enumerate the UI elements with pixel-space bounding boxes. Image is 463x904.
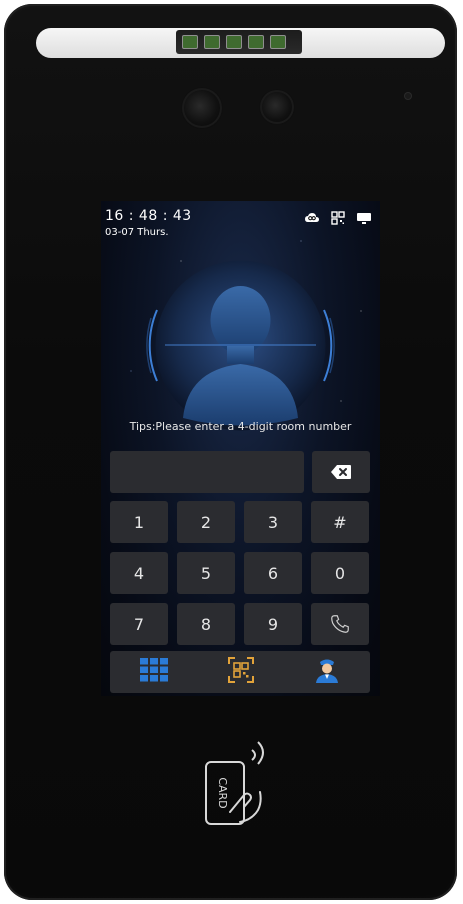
keypad-button[interactable]	[140, 658, 168, 686]
phone-icon	[331, 615, 349, 633]
status-icons	[304, 210, 372, 226]
sensor-board	[176, 30, 302, 54]
monitor-icon	[356, 210, 372, 226]
sensor-chip	[182, 35, 198, 49]
key-1[interactable]: 1	[110, 501, 168, 543]
security-guard-icon	[316, 659, 338, 683]
key-8[interactable]: 8	[177, 603, 235, 645]
qr-code-icon	[330, 210, 346, 226]
microphone-hole	[404, 92, 412, 100]
card-reader-area: CARD	[200, 740, 280, 836]
sensor-chip	[248, 35, 264, 49]
key-7[interactable]: 7	[110, 603, 168, 645]
key-5[interactable]: 5	[177, 552, 235, 594]
bottom-toolbar	[110, 651, 370, 693]
key-hash[interactable]: #	[311, 501, 369, 543]
face-recognition-frame	[143, 248, 338, 443]
camera-lens-right	[260, 90, 294, 124]
key-9[interactable]: 9	[244, 603, 302, 645]
camera-lens-left	[182, 88, 222, 128]
cloud-link-icon	[304, 210, 320, 226]
key-0[interactable]: 0	[311, 552, 369, 594]
backspace-icon	[331, 465, 351, 479]
sensor-chip	[204, 35, 220, 49]
numeric-keypad: 1 2 3 # 4 5 6 0 7 8 9	[110, 501, 370, 645]
sensor-chip	[270, 35, 286, 49]
key-6[interactable]: 6	[244, 552, 302, 594]
key-2[interactable]: 2	[177, 501, 235, 543]
qr-scan-icon	[228, 657, 254, 683]
qr-scan-button[interactable]	[228, 657, 254, 687]
clock-time: 16 : 48 : 43	[105, 208, 192, 224]
backspace-button[interactable]	[312, 451, 370, 493]
key-3[interactable]: 3	[244, 501, 302, 543]
touch-screen: 16 : 48 : 43 03-07 Thurs. Tips:Please en…	[101, 201, 380, 696]
call-button[interactable]	[311, 603, 369, 645]
keypad-icon	[140, 658, 168, 682]
nfc-card-icon: CARD	[205, 741, 264, 825]
door-station-device: 16 : 48 : 43 03-07 Thurs. Tips:Please en…	[4, 4, 457, 900]
security-guard-button[interactable]	[314, 656, 340, 688]
room-number-input[interactable]	[110, 451, 304, 493]
clock-date: 03-07 Thurs.	[105, 227, 169, 238]
card-label: CARD	[216, 777, 229, 808]
sensor-chip	[226, 35, 242, 49]
key-4[interactable]: 4	[110, 552, 168, 594]
tips-text: Tips:Please enter a 4-digit room number	[129, 420, 352, 433]
